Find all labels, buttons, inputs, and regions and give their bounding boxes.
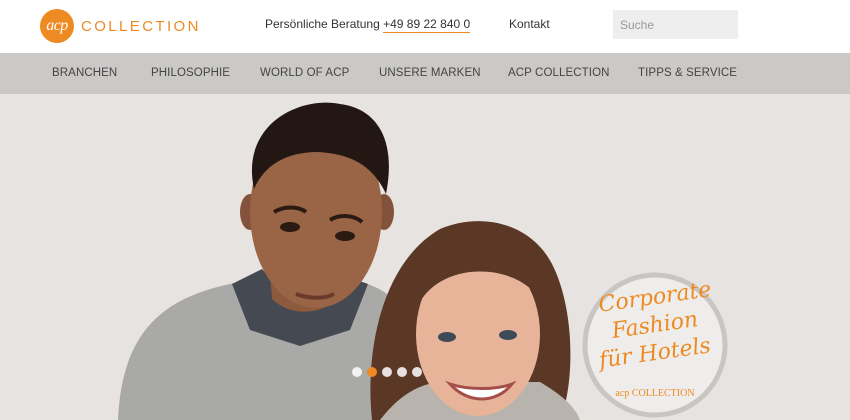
main-navigation: BRANCHEN PHILOSOPHIE WORLD OF ACP UNSERE… <box>0 53 850 94</box>
top-bar: acp COLLECTION Persönliche Beratung +49 … <box>0 0 850 53</box>
nav-item-world-of-acp[interactable]: WORLD OF ACP <box>260 67 349 79</box>
badge-subline: acp COLLECTION <box>615 388 695 399</box>
slider-dot[interactable] <box>382 367 392 377</box>
nav-item-tipps-service[interactable]: TIPPS & SERVICE <box>638 67 737 79</box>
logo[interactable]: acp COLLECTION <box>40 9 201 43</box>
slider-dot[interactable] <box>397 367 407 377</box>
nav-item-unsere-marken[interactable]: UNSERE MARKEN <box>379 67 481 79</box>
contact-link[interactable]: Kontakt <box>509 17 550 31</box>
nav-item-acp-collection[interactable]: ACP COLLECTION <box>508 67 610 79</box>
phone-link[interactable]: +49 89 22 840 0 <box>383 17 471 33</box>
nav-item-philosophie[interactable]: PHILOSOPHIE <box>151 67 230 79</box>
slider-dots <box>352 367 422 377</box>
hero-slider[interactable]: Corporate Fashion für Hotels acp COLLECT… <box>0 94 850 420</box>
search-input[interactable] <box>613 10 738 39</box>
slider-dot-active[interactable] <box>367 367 377 377</box>
slider-dot[interactable] <box>412 367 422 377</box>
logo-word: COLLECTION <box>81 17 201 35</box>
consult-label: Persönliche Beratung <box>265 17 380 31</box>
slider-dot[interactable] <box>352 367 362 377</box>
nav-item-branchen[interactable]: BRANCHEN <box>52 67 117 79</box>
consult-line: Persönliche Beratung +49 89 22 840 0 <box>265 17 471 33</box>
logo-mark: acp <box>40 9 74 43</box>
corporate-fashion-badge[interactable]: Corporate Fashion für Hotels acp COLLECT… <box>582 272 728 418</box>
